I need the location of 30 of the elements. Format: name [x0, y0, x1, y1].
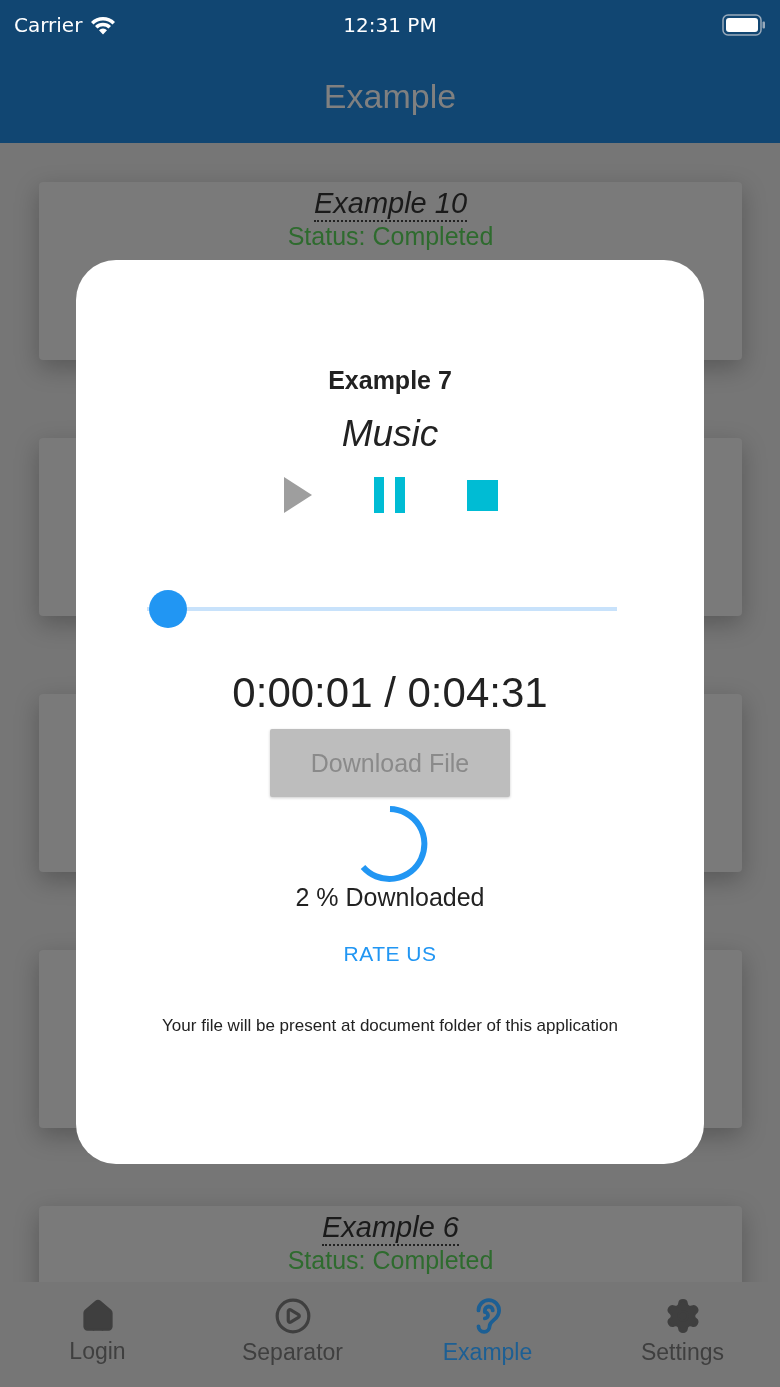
play-icon [284, 477, 312, 513]
tab-item[interactable]: Example [390, 1282, 585, 1387]
tab-item[interactable]: Login [0, 1282, 195, 1387]
card-title: Example 6 [322, 1212, 459, 1246]
track-type: Music [341, 413, 439, 455]
seek-slider[interactable] [147, 590, 617, 628]
tab-item[interactable]: Settings [585, 1282, 780, 1387]
card-status: Status: Completed [287, 1245, 494, 1275]
status-time: 12:31 PM [343, 13, 437, 37]
card-title: Example 10 [313, 188, 468, 222]
rate-us-link[interactable]: RATE US [343, 942, 437, 966]
card-status: Status: Completed [287, 221, 494, 251]
playback-time: 0:00:01 / 0:04:31 [232, 669, 548, 717]
tab-label: Example [442, 1339, 533, 1366]
tab-label: Settings [640, 1339, 725, 1366]
tab-label: Separator [242, 1339, 343, 1366]
pause-icon [374, 477, 406, 513]
battery-icon [722, 14, 766, 36]
download-note: Your file will be present at document folder of this application [162, 1016, 618, 1036]
carrier-label: Carrier [14, 13, 83, 37]
wifi-icon [90, 15, 117, 35]
download-progress-text: 2 % Downloaded [295, 883, 485, 912]
tab-item[interactable]: Separator [195, 1282, 390, 1387]
slider-thumb[interactable] [148, 590, 187, 628]
header-title: Example [323, 77, 457, 116]
list-card[interactable]: Example 6 Status: Completed [39, 1206, 742, 1282]
dialog-title: Example 7 [328, 366, 452, 395]
play-circle-icon [273, 1297, 312, 1335]
stop-icon [466, 479, 498, 511]
tab-label: Login [69, 1338, 126, 1365]
